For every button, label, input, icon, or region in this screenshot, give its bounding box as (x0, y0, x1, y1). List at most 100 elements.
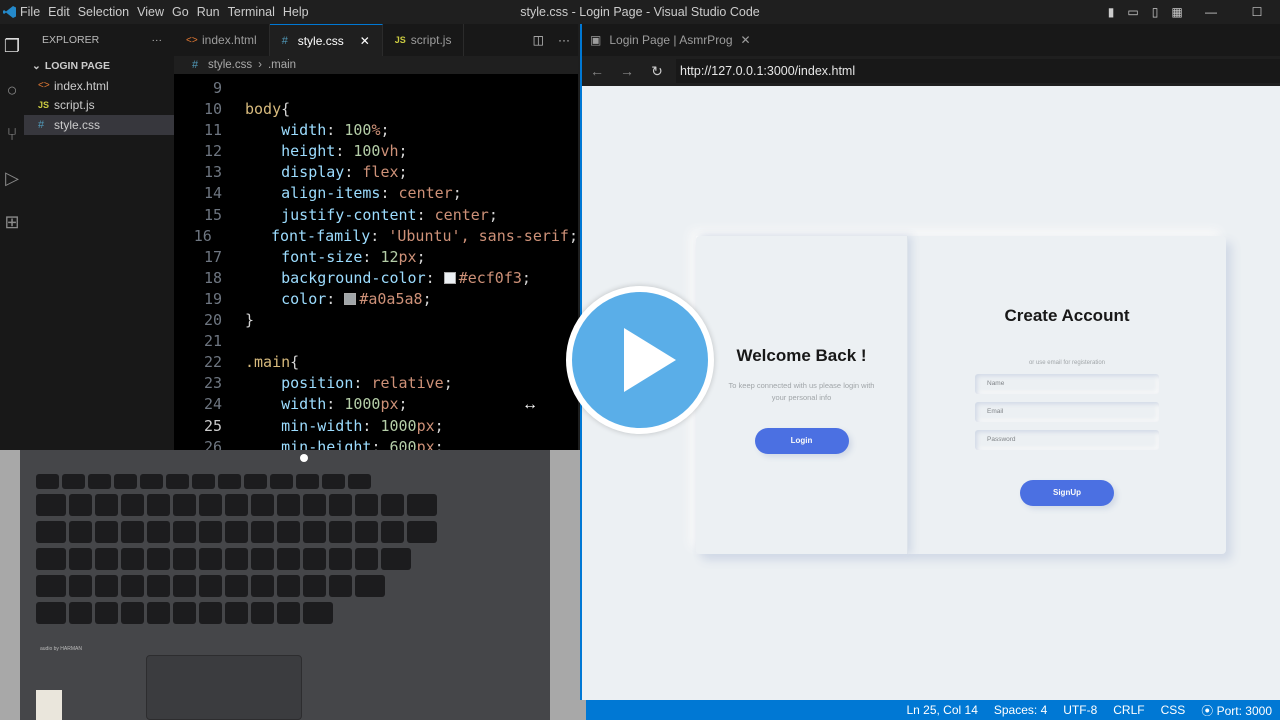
line-text: min-width: 1000px; (281, 416, 444, 435)
tab-label: style.css (297, 33, 344, 48)
line-number: 19 (203, 289, 222, 308)
line-text: display: flex; (281, 163, 408, 182)
menu-file[interactable]: File (20, 5, 49, 19)
code-line: 23 position: relative; (174, 373, 578, 394)
url-bar[interactable]: http://127.0.0.1:3000/index.html (676, 59, 1280, 83)
language-mode[interactable]: CSS (1161, 703, 1186, 717)
more-actions-icon[interactable]: ··· (152, 34, 163, 46)
tab-index-html[interactable]: <> index.html (174, 24, 270, 56)
forward-icon[interactable]: → (612, 63, 642, 79)
port-label: Port: 3000 (1216, 703, 1272, 718)
login-button[interactable]: Login (754, 428, 849, 454)
code-line: 26 min-height: 600px; (174, 437, 578, 450)
key (348, 474, 371, 489)
laptop-keyboard: audio by HARMAN (20, 450, 550, 720)
file-script-js[interactable]: JS script.js (24, 96, 174, 116)
line-number: 11 (203, 121, 222, 140)
editor-tabs: <> index.html # style.css ✕ JS script.js… (174, 24, 578, 56)
key (329, 575, 352, 597)
folder-login-page[interactable]: ⌄ LOGIN PAGE (24, 56, 174, 76)
key (114, 474, 137, 489)
menu-bar: File Edit Selection View Go Run Terminal… (20, 5, 317, 19)
key (121, 575, 144, 597)
back-icon[interactable]: ← (582, 63, 612, 79)
menu-help[interactable]: Help (283, 5, 318, 19)
name-field[interactable]: Name (975, 374, 1159, 394)
toggle-panel-icon[interactable]: ▭ (1122, 5, 1144, 19)
login-card: Welcome Back ! To keep connected with us… (696, 236, 1226, 554)
breadcrumb-file[interactable]: style.css (208, 59, 252, 71)
key (69, 575, 92, 597)
split-editor-icon[interactable]: ◫ (533, 33, 544, 47)
key (95, 575, 118, 597)
key (277, 494, 300, 516)
more-actions-icon[interactable]: ··· (558, 33, 570, 47)
close-icon[interactable]: ✕ (741, 33, 751, 47)
key (69, 602, 92, 624)
toggle-secondary-icon[interactable]: ▯ (1144, 5, 1166, 19)
signup-panel: Create Account or use email for register… (908, 236, 1226, 554)
play-button[interactable] (566, 286, 714, 434)
eol[interactable]: CRLF (1113, 703, 1144, 717)
menu-terminal[interactable]: Terminal (228, 5, 284, 19)
status-bar: Ln 25, Col 14 Spaces: 4 UTF-8 CRLF CSS ⦿… (586, 700, 1280, 720)
key (251, 548, 274, 570)
key-row (36, 521, 556, 543)
file-style-css[interactable]: # style.css (24, 115, 174, 135)
menu-selection[interactable]: Selection (78, 5, 138, 19)
key (407, 521, 437, 543)
file-label: script.js (54, 98, 95, 113)
line-number: 22 (203, 353, 222, 372)
reload-icon[interactable]: ↻ (642, 63, 672, 80)
line-text (222, 78, 245, 99)
key (381, 521, 404, 543)
menu-go[interactable]: Go (172, 5, 198, 19)
search-icon[interactable]: ○ (0, 68, 24, 112)
line-number: 21 (203, 332, 222, 351)
minimize-icon[interactable]: — (1188, 5, 1234, 19)
js-file-icon: JS (394, 35, 406, 45)
key (69, 494, 92, 516)
password-field[interactable]: Password (975, 430, 1159, 450)
menu-run[interactable]: Run (197, 5, 229, 19)
key (121, 548, 144, 570)
tab-script-js[interactable]: JS script.js (383, 24, 465, 56)
key (225, 602, 248, 624)
source-control-icon[interactable]: ⑂ (0, 112, 24, 156)
tab-style-css[interactable]: # style.css ✕ (269, 24, 383, 56)
create-subtitle: or use email for registeration (1028, 360, 1106, 366)
key (173, 521, 196, 543)
breadcrumb-symbol[interactable]: .main (268, 59, 296, 71)
line-number: 23 (203, 374, 222, 393)
extensions-icon[interactable]: ⊞ (0, 200, 24, 244)
key (251, 602, 274, 624)
welcome-panel: Welcome Back ! To keep connected with us… (696, 236, 908, 554)
key (88, 474, 111, 489)
key-rows (36, 474, 556, 629)
email-field[interactable]: Email (975, 402, 1159, 422)
run-debug-icon[interactable]: ▷ (0, 156, 24, 200)
indent-setting[interactable]: Spaces: 4 (994, 703, 1047, 717)
explorer-icon[interactable]: ❐ (0, 24, 24, 68)
close-icon[interactable]: ✕ (360, 34, 370, 48)
line-number: 15 (203, 205, 222, 224)
menu-view[interactable]: View (137, 5, 173, 19)
maximize-icon[interactable]: ☐ (1234, 5, 1280, 19)
code-area[interactable]: 9 10 body{11 width: 100%; 12 height: 100vh;… (174, 74, 578, 450)
toggle-sidebar-icon[interactable]: ▮ (1100, 5, 1122, 19)
signup-button[interactable]: SignUp (1020, 480, 1114, 506)
line-text: body{ (245, 100, 291, 119)
explorer-title: EXPLORER (42, 34, 100, 46)
editor-actions: ◫ ··· (533, 24, 578, 56)
layout-icon[interactable]: ▦ (1166, 5, 1188, 19)
file-index-html[interactable]: <> index.html (24, 76, 174, 96)
live-server-port[interactable]: ⦿ Port: 3000 (1201, 702, 1272, 719)
browser-tab-title[interactable]: Login Page | AsmrProg (609, 33, 732, 47)
cursor-position[interactable]: Ln 25, Col 14 (906, 703, 977, 717)
line-number: 16 (193, 226, 212, 245)
key (121, 494, 144, 516)
encoding[interactable]: UTF-8 (1063, 703, 1097, 717)
key (277, 602, 300, 624)
key (147, 548, 170, 570)
menu-edit[interactable]: Edit (48, 5, 79, 19)
